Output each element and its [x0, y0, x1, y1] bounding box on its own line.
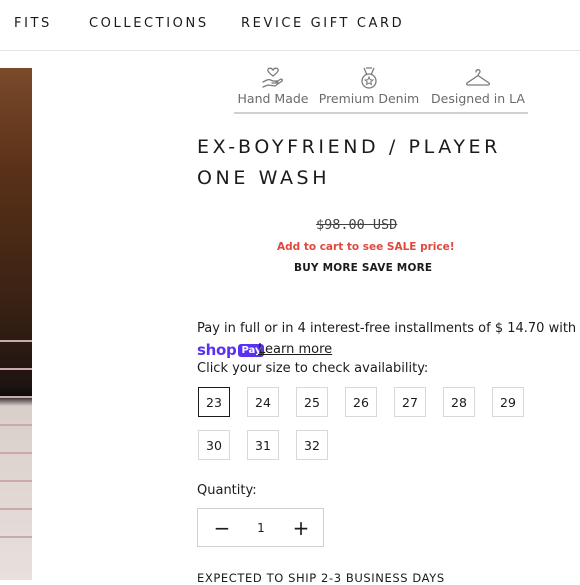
hand-heart-icon [262, 67, 284, 88]
quantity-stepper: − 1 + [197, 508, 324, 547]
size-option-24[interactable]: 24 [247, 387, 279, 417]
quantity-decrease-button[interactable]: − [202, 509, 242, 546]
nav-link-collections[interactable]: COLLECTIONS [89, 16, 209, 31]
shop-pay-wordmark: shop [197, 341, 237, 359]
promo-text: BUY MORE SAVE MORE [294, 262, 433, 274]
badge-label: Premium Denim [318, 91, 420, 106]
size-option-23[interactable]: 23 [198, 387, 230, 417]
size-option-26[interactable]: 26 [345, 387, 377, 417]
quantity-increase-button[interactable]: + [281, 509, 321, 546]
size-option-32[interactable]: 32 [296, 430, 328, 460]
quantity-value[interactable]: 1 [242, 509, 280, 546]
badge-label: Designed in LA [431, 91, 525, 106]
product-price: $98.00 USD [316, 217, 398, 233]
product-photo[interactable] [0, 68, 32, 580]
size-option-25[interactable]: 25 [296, 387, 328, 417]
size-option-30[interactable]: 30 [198, 430, 230, 460]
medal-icon [361, 67, 377, 89]
size-option-28[interactable]: 28 [443, 387, 475, 417]
top-navigation: FITS COLLECTIONS REVICE GIFT CARD [0, 0, 580, 51]
nav-link-gift-card[interactable]: REVICE GIFT CARD [241, 16, 404, 31]
badge-label: Hand Made [237, 91, 309, 106]
product-title: EX-BOYFRIEND / PLAYER ONE WASH [197, 136, 501, 189]
size-option-29[interactable]: 29 [492, 387, 524, 417]
learn-more-link[interactable]: Learn more [258, 342, 332, 357]
nav-link-fits[interactable]: FITS [14, 16, 52, 31]
hanger-icon [465, 69, 491, 86]
badge-premium-denim: Premium Denim [316, 62, 422, 106]
size-option-31[interactable]: 31 [247, 430, 279, 460]
size-prompt: Click your size to check availability: [197, 361, 429, 376]
badge-designed-in-la: Designed in LA [428, 62, 528, 106]
installments-text: Pay in full or in 4 interest-free instal… [197, 321, 577, 336]
sale-price-note: Add to cart to see SALE price! [277, 241, 455, 253]
shipping-note: EXPECTED TO SHIP 2-3 BUSINESS DAYS [197, 571, 445, 585]
quantity-label: Quantity: [197, 483, 257, 498]
shop-pay-logo: shop Pay [197, 341, 265, 359]
value-badges: Hand Made Premium Denim Designed in LA [234, 62, 528, 114]
badge-hand-made: Hand Made [234, 62, 312, 106]
size-option-27[interactable]: 27 [394, 387, 426, 417]
